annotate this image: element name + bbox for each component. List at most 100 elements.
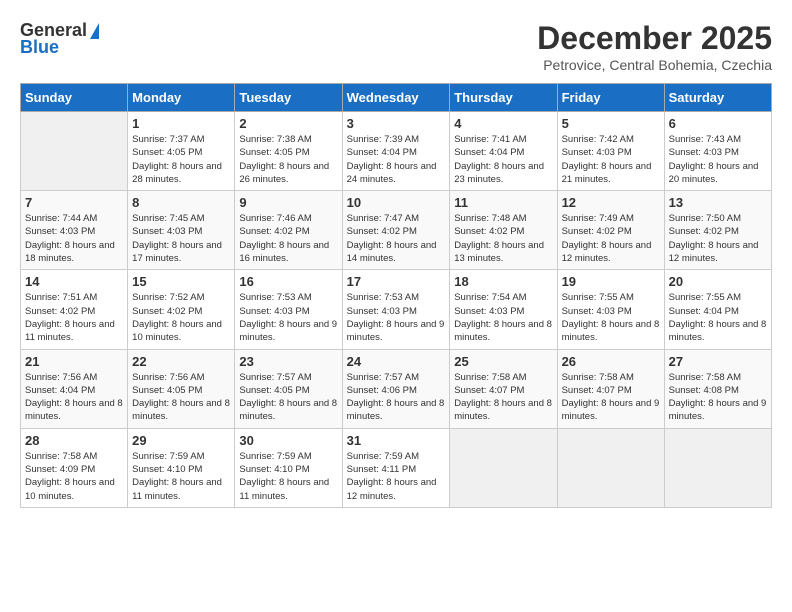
day-info: Sunrise: 7:54 AMSunset: 4:03 PMDaylight:… — [454, 291, 552, 344]
calendar-cell: 12 Sunrise: 7:49 AMSunset: 4:02 PMDayligh… — [557, 191, 664, 270]
calendar-week-row: 14 Sunrise: 7:51 AMSunset: 4:02 PMDayligh… — [21, 270, 772, 349]
day-number: 11 — [454, 195, 552, 210]
day-header-tuesday: Tuesday — [235, 84, 342, 112]
day-number: 12 — [562, 195, 660, 210]
calendar-cell: 5Sunrise: 7:42 AMSunset: 4:03 PMDaylight… — [557, 112, 664, 191]
calendar-cell: 8 Sunrise: 7:45 AMSunset: 4:03 PMDaylight… — [128, 191, 235, 270]
calendar-table: SundayMondayTuesdayWednesdayThursdayFrid… — [20, 83, 772, 508]
calendar-cell: 21 Sunrise: 7:56 AMSunset: 4:04 PMDayligh… — [21, 349, 128, 428]
calendar-cell: 18 Sunrise: 7:54 AMSunset: 4:03 PMDayligh… — [450, 270, 557, 349]
day-info: Sunrise: 7:39 AMSunset: 4:04 PMDaylight:… — [347, 133, 446, 186]
logo: General Blue — [20, 20, 99, 58]
day-number: 23 — [239, 354, 337, 369]
calendar-week-row: 1 Sunrise: 7:37 AMSunset: 4:05 PMDaylight… — [21, 112, 772, 191]
calendar-cell: 29 Sunrise: 7:59 AMSunset: 4:10 PMDayligh… — [128, 428, 235, 507]
day-info: Sunrise: 7:58 AMSunset: 4:08 PMDaylight:… — [669, 371, 767, 424]
day-info: Sunrise: 7:56 AMSunset: 4:04 PMDaylight:… — [25, 371, 123, 424]
calendar-cell: 20 Sunrise: 7:55 AMSunset: 4:04 PMDayligh… — [664, 270, 771, 349]
day-number: 7 — [25, 195, 123, 210]
day-number: 1 — [132, 116, 230, 131]
day-number: 15 — [132, 274, 230, 289]
calendar-cell: 13Sunrise: 7:50 AMSunset: 4:02 PMDayligh… — [664, 191, 771, 270]
day-number: 27 — [669, 354, 767, 369]
location-text: Petrovice, Central Bohemia, Czechia — [537, 57, 772, 73]
calendar-cell: 28 Sunrise: 7:58 AMSunset: 4:09 PMDayligh… — [21, 428, 128, 507]
day-header-friday: Friday — [557, 84, 664, 112]
day-number: 14 — [25, 274, 123, 289]
day-number: 9 — [239, 195, 337, 210]
day-number: 28 — [25, 433, 123, 448]
day-info: Sunrise: 7:52 AMSunset: 4:02 PMDaylight:… — [132, 291, 230, 344]
day-info: Sunrise: 7:58 AMSunset: 4:09 PMDaylight:… — [25, 450, 123, 503]
logo-blue-text: Blue — [20, 37, 59, 58]
calendar-week-row: 21 Sunrise: 7:56 AMSunset: 4:04 PMDayligh… — [21, 349, 772, 428]
calendar-cell: 17 Sunrise: 7:53 AMSunset: 4:03 PMDayligh… — [342, 270, 450, 349]
day-header-monday: Monday — [128, 84, 235, 112]
calendar-cell: 19Sunrise: 7:55 AMSunset: 4:03 PMDayligh… — [557, 270, 664, 349]
calendar-cell — [664, 428, 771, 507]
day-header-saturday: Saturday — [664, 84, 771, 112]
day-info: Sunrise: 7:47 AMSunset: 4:02 PMDaylight:… — [347, 212, 446, 265]
day-info: Sunrise: 7:58 AMSunset: 4:07 PMDaylight:… — [562, 371, 660, 424]
calendar-cell: 23 Sunrise: 7:57 AMSunset: 4:05 PMDayligh… — [235, 349, 342, 428]
day-info: Sunrise: 7:38 AMSunset: 4:05 PMDaylight:… — [239, 133, 337, 186]
day-info: Sunrise: 7:37 AMSunset: 4:05 PMDaylight:… — [132, 133, 230, 186]
day-info: Sunrise: 7:42 AMSunset: 4:03 PMDaylight:… — [562, 133, 660, 186]
day-number: 25 — [454, 354, 552, 369]
calendar-week-row: 28 Sunrise: 7:58 AMSunset: 4:09 PMDayligh… — [21, 428, 772, 507]
day-info: Sunrise: 7:44 AMSunset: 4:03 PMDaylight:… — [25, 212, 123, 265]
day-info: Sunrise: 7:57 AMSunset: 4:06 PMDaylight:… — [347, 371, 446, 424]
calendar-cell: 26 Sunrise: 7:58 AMSunset: 4:07 PMDayligh… — [557, 349, 664, 428]
calendar-cell: 3Sunrise: 7:39 AMSunset: 4:04 PMDaylight… — [342, 112, 450, 191]
page-header: General Blue December 2025 Petrovice, Ce… — [20, 20, 772, 73]
calendar-week-row: 7 Sunrise: 7:44 AMSunset: 4:03 PMDaylight… — [21, 191, 772, 270]
calendar-header-row: SundayMondayTuesdayWednesdayThursdayFrid… — [21, 84, 772, 112]
day-info: Sunrise: 7:53 AMSunset: 4:03 PMDaylight:… — [239, 291, 337, 344]
calendar-cell: 31Sunrise: 7:59 AMSunset: 4:11 PMDayligh… — [342, 428, 450, 507]
calendar-cell — [450, 428, 557, 507]
day-info: Sunrise: 7:58 AMSunset: 4:07 PMDaylight:… — [454, 371, 552, 424]
month-title: December 2025 — [537, 20, 772, 57]
day-number: 29 — [132, 433, 230, 448]
day-info: Sunrise: 7:56 AMSunset: 4:05 PMDaylight:… — [132, 371, 230, 424]
day-info: Sunrise: 7:41 AMSunset: 4:04 PMDaylight:… — [454, 133, 552, 186]
calendar-cell: 2Sunrise: 7:38 AMSunset: 4:05 PMDaylight… — [235, 112, 342, 191]
day-info: Sunrise: 7:43 AMSunset: 4:03 PMDaylight:… — [669, 133, 767, 186]
day-info: Sunrise: 7:59 AMSunset: 4:10 PMDaylight:… — [132, 450, 230, 503]
day-info: Sunrise: 7:53 AMSunset: 4:03 PMDaylight:… — [347, 291, 446, 344]
calendar-cell: 11Sunrise: 7:48 AMSunset: 4:02 PMDayligh… — [450, 191, 557, 270]
day-number: 17 — [347, 274, 446, 289]
day-number: 20 — [669, 274, 767, 289]
day-number: 21 — [25, 354, 123, 369]
day-number: 8 — [132, 195, 230, 210]
calendar-cell — [21, 112, 128, 191]
calendar-cell: 10 Sunrise: 7:47 AMSunset: 4:02 PMDayligh… — [342, 191, 450, 270]
day-info: Sunrise: 7:45 AMSunset: 4:03 PMDaylight:… — [132, 212, 230, 265]
day-info: Sunrise: 7:49 AMSunset: 4:02 PMDaylight:… — [562, 212, 660, 265]
day-number: 24 — [347, 354, 446, 369]
day-info: Sunrise: 7:59 AMSunset: 4:10 PMDaylight:… — [239, 450, 337, 503]
day-info: Sunrise: 7:55 AMSunset: 4:04 PMDaylight:… — [669, 291, 767, 344]
day-number: 26 — [562, 354, 660, 369]
title-block: December 2025 Petrovice, Central Bohemia… — [537, 20, 772, 73]
calendar-cell: 7 Sunrise: 7:44 AMSunset: 4:03 PMDaylight… — [21, 191, 128, 270]
day-header-sunday: Sunday — [21, 84, 128, 112]
calendar-cell: 22 Sunrise: 7:56 AMSunset: 4:05 PMDayligh… — [128, 349, 235, 428]
day-info: Sunrise: 7:57 AMSunset: 4:05 PMDaylight:… — [239, 371, 337, 424]
calendar-cell: 4 Sunrise: 7:41 AMSunset: 4:04 PMDaylight… — [450, 112, 557, 191]
day-header-wednesday: Wednesday — [342, 84, 450, 112]
day-number: 10 — [347, 195, 446, 210]
day-number: 18 — [454, 274, 552, 289]
day-number: 6 — [669, 116, 767, 131]
day-info: Sunrise: 7:51 AMSunset: 4:02 PMDaylight:… — [25, 291, 123, 344]
calendar-cell: 30Sunrise: 7:59 AMSunset: 4:10 PMDayligh… — [235, 428, 342, 507]
day-number: 19 — [562, 274, 660, 289]
calendar-cell: 25 Sunrise: 7:58 AMSunset: 4:07 PMDayligh… — [450, 349, 557, 428]
day-number: 22 — [132, 354, 230, 369]
logo-icon — [90, 23, 99, 39]
calendar-body: 1 Sunrise: 7:37 AMSunset: 4:05 PMDaylight… — [21, 112, 772, 508]
day-number: 4 — [454, 116, 552, 131]
calendar-cell: 14 Sunrise: 7:51 AMSunset: 4:02 PMDayligh… — [21, 270, 128, 349]
day-number: 16 — [239, 274, 337, 289]
day-info: Sunrise: 7:50 AMSunset: 4:02 PMDaylight:… — [669, 212, 767, 265]
